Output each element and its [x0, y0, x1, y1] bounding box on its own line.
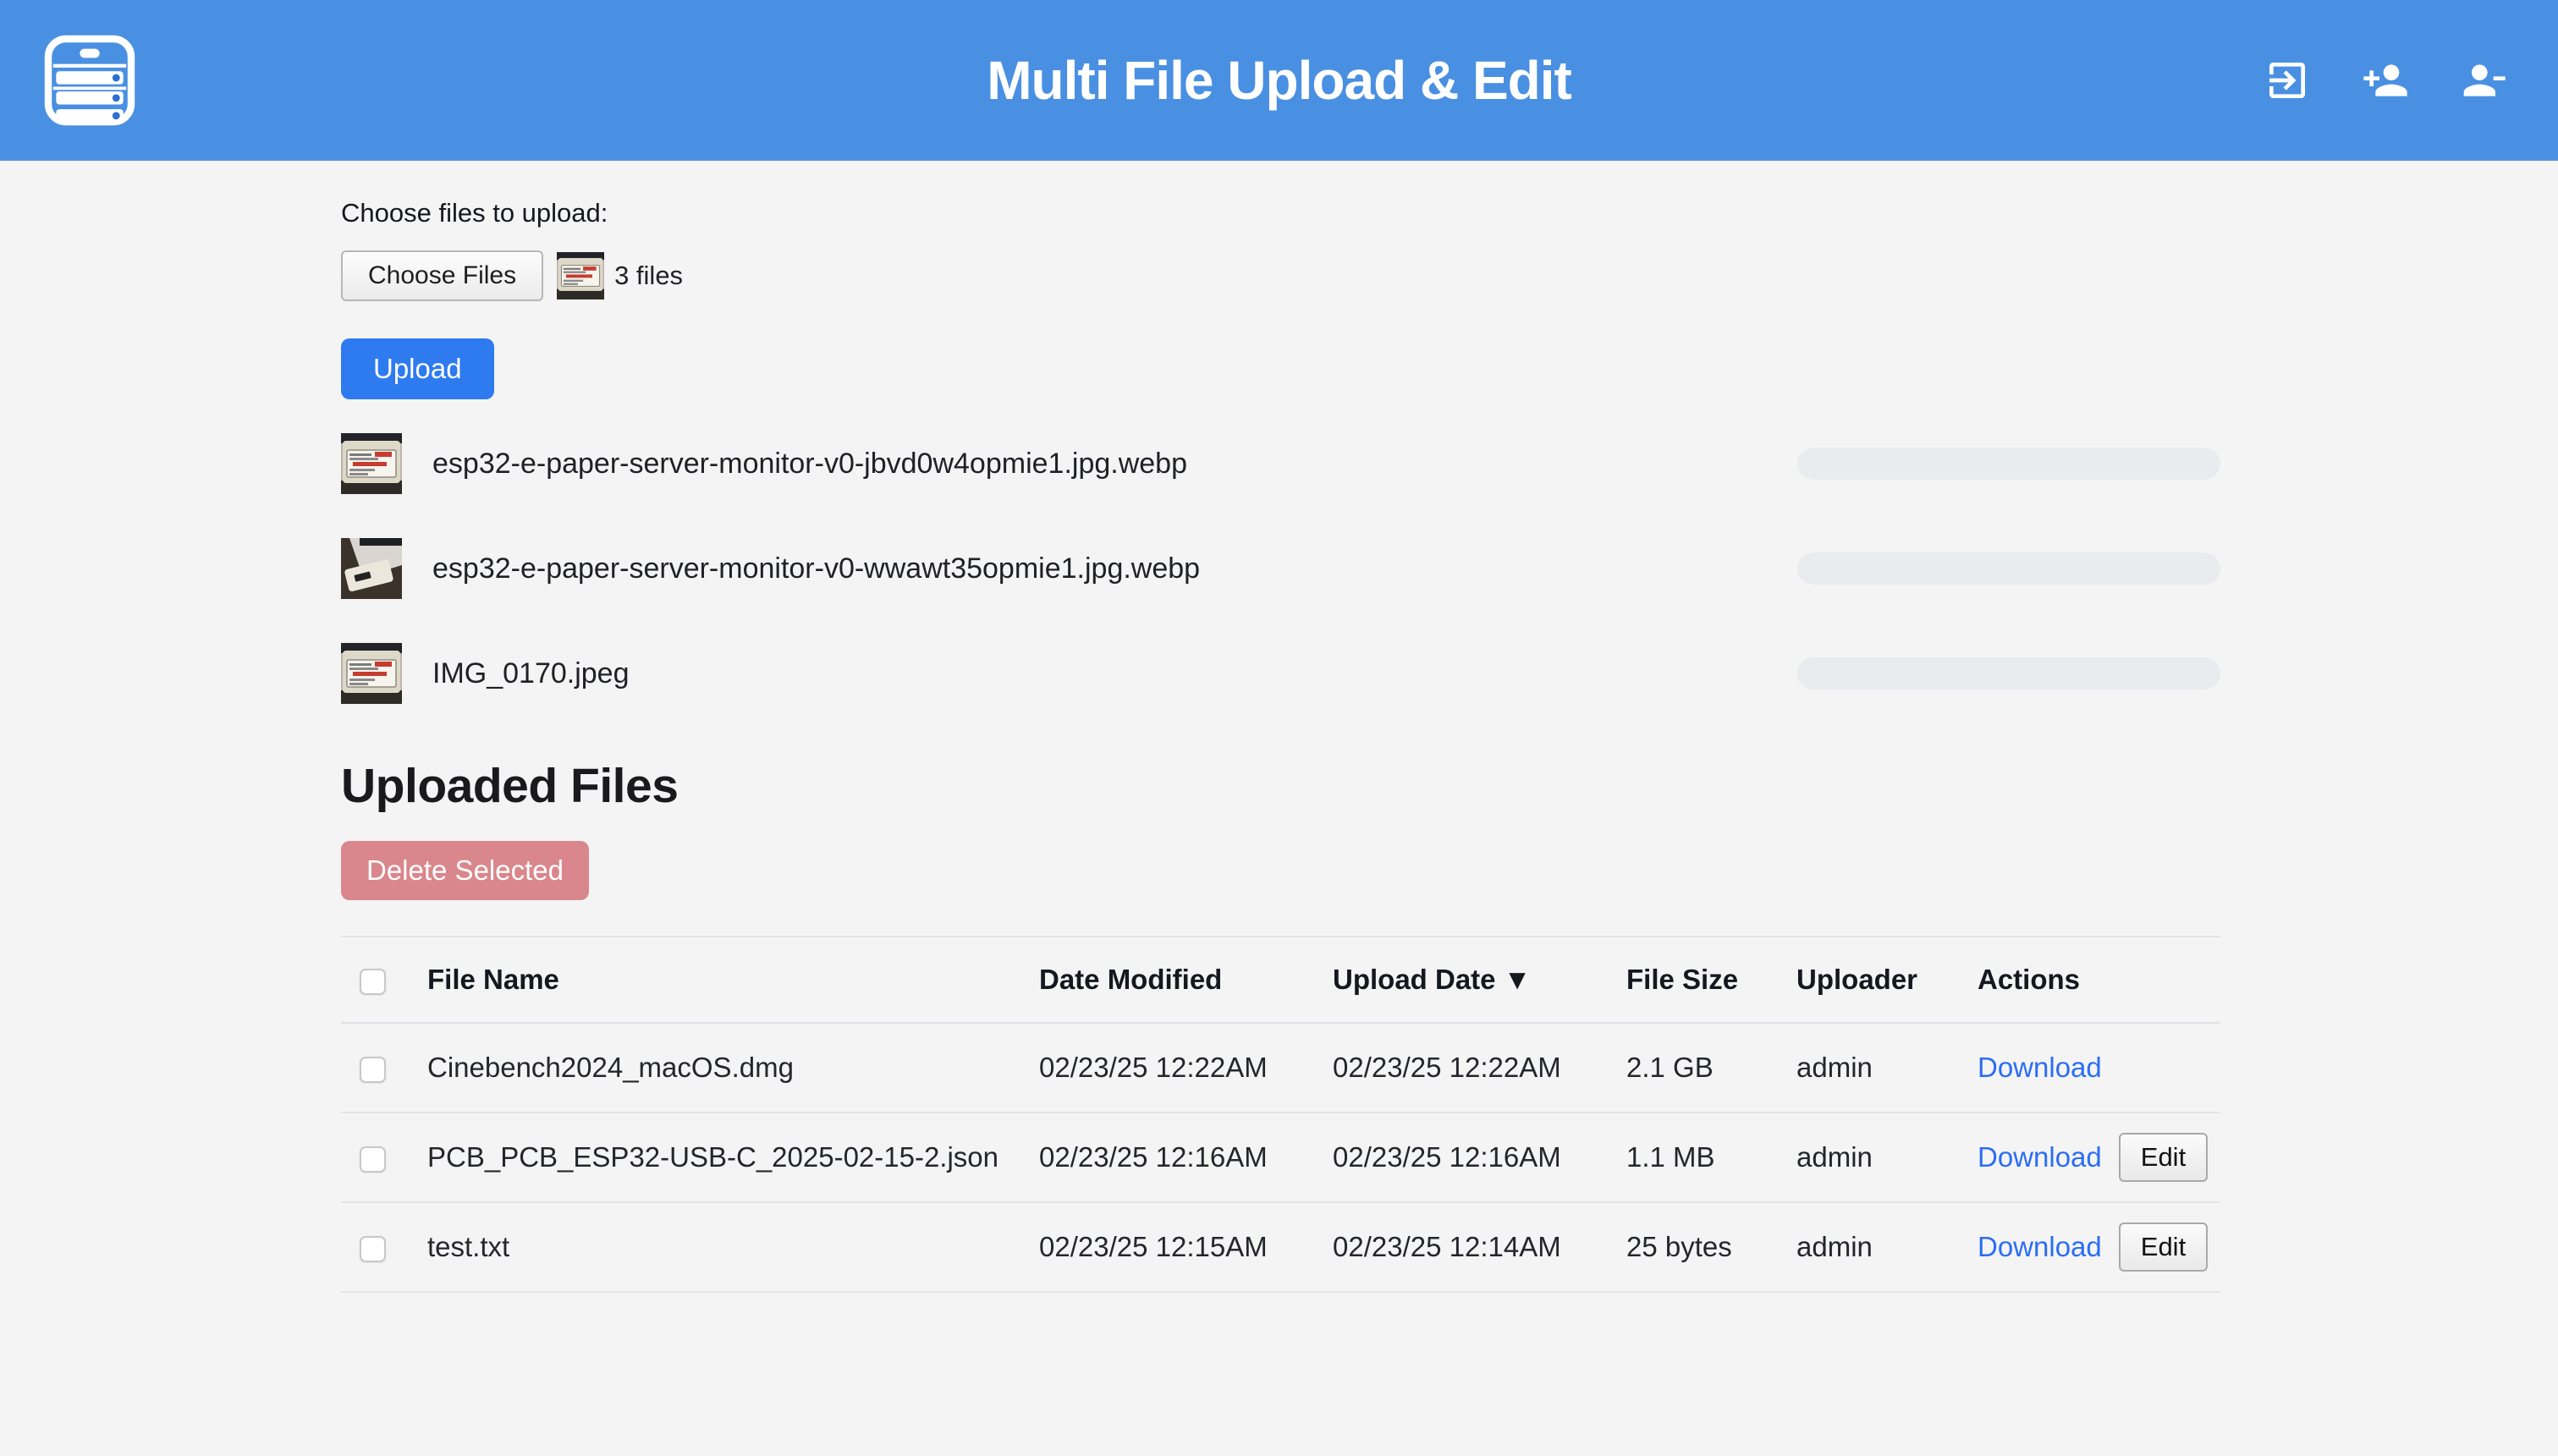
uploader-cell: admin: [1796, 1231, 1978, 1263]
column-header-date-modified[interactable]: Date Modified: [1039, 964, 1222, 995]
pending-file-name: esp32-e-paper-server-monitor-v0-jbvd0w4o…: [432, 448, 1187, 481]
file-thumbnail: [341, 643, 402, 704]
pending-file-name: IMG_0170.jpeg: [432, 657, 630, 690]
file-size-cell: 2.1 GB: [1626, 1052, 1796, 1084]
column-header-file-name[interactable]: File Name: [427, 964, 559, 995]
download-link[interactable]: Download: [1978, 1052, 2102, 1084]
app-header: Multi File Upload & Edit: [0, 0, 2558, 161]
uploader-cell: admin: [1796, 1141, 1978, 1173]
pending-file-row: IMG_0170.jpeg: [341, 643, 2220, 704]
select-all-checkbox[interactable]: [360, 969, 386, 995]
file-input-row: Choose Files 3 files: [341, 250, 2220, 301]
upload-date-cell: 02/23/25 12:16AM: [1333, 1141, 1626, 1173]
file-name-cell: PCB_PCB_ESP32-USB-C_2025-02-15-2.json: [427, 1141, 1039, 1173]
pending-file-row: esp32-e-paper-server-monitor-v0-wwawt35o…: [341, 538, 2220, 599]
table-row: test.txt02/23/25 12:15AM02/23/25 12:14AM…: [341, 1203, 2220, 1293]
person-remove-icon[interactable]: [2460, 57, 2507, 104]
row-checkbox[interactable]: [360, 1057, 386, 1083]
uploaded-files-table-body: Cinebench2024_macOS.dmg02/23/25 12:22AM0…: [341, 1024, 2220, 1293]
actions-cell: Download Edit: [1978, 1133, 2220, 1182]
date-modified-cell: 02/23/25 12:16AM: [1039, 1141, 1333, 1173]
actions-cell: Download Edit: [1978, 1222, 2220, 1272]
upload-button[interactable]: Upload: [341, 338, 494, 399]
column-header-upload-date-label: Upload Date: [1333, 964, 1496, 995]
date-modified-cell: 02/23/25 12:22AM: [1039, 1052, 1333, 1084]
file-size-cell: 25 bytes: [1626, 1231, 1796, 1263]
uploaded-files-table: File Name Date Modified Upload Date ▼ Fi…: [341, 936, 2220, 1293]
person-add-icon[interactable]: [2362, 57, 2409, 104]
column-header-upload-date[interactable]: Upload Date ▼: [1333, 964, 1531, 995]
pending-file-row: esp32-e-paper-server-monitor-v0-jbvd0w4o…: [341, 433, 2220, 494]
edit-button[interactable]: Edit: [2119, 1133, 2208, 1182]
column-header-uploader[interactable]: Uploader: [1796, 964, 1917, 995]
choose-files-button[interactable]: Choose Files: [341, 250, 543, 301]
server-stack-icon: [42, 33, 137, 128]
file-name-cell: test.txt: [427, 1231, 1039, 1263]
table-header-row: File Name Date Modified Upload Date ▼ Fi…: [341, 937, 2220, 1024]
actions-cell: Download: [1978, 1052, 2220, 1084]
uploaded-files-heading: Uploaded Files: [341, 758, 2220, 814]
date-modified-cell: 02/23/25 12:15AM: [1039, 1231, 1333, 1263]
file-thumbnail: [341, 433, 402, 494]
header-actions: [2264, 57, 2507, 104]
file-size-cell: 1.1 MB: [1626, 1141, 1796, 1173]
upload-date-cell: 02/23/25 12:14AM: [1333, 1231, 1626, 1263]
upload-progress-bar: [1797, 657, 2220, 690]
sort-desc-icon: ▼: [1504, 964, 1532, 995]
page-title: Multi File Upload & Edit: [987, 49, 1571, 112]
edit-button[interactable]: Edit: [2119, 1222, 2208, 1272]
selected-files-count: 3 files: [614, 261, 683, 291]
column-header-file-size[interactable]: File Size: [1626, 964, 1738, 995]
main-content: Choose files to upload: Choose Files 3 f…: [341, 198, 2220, 1293]
download-link[interactable]: Download: [1978, 1141, 2102, 1173]
uploader-cell: admin: [1796, 1052, 1978, 1084]
download-link[interactable]: Download: [1978, 1231, 2102, 1263]
row-checkbox[interactable]: [360, 1146, 386, 1173]
selected-files-thumbnail: [555, 252, 606, 299]
file-thumbnail: [341, 538, 402, 599]
row-checkbox[interactable]: [360, 1236, 386, 1262]
pending-file-name: esp32-e-paper-server-monitor-v0-wwawt35o…: [432, 552, 1200, 585]
choose-files-label: Choose files to upload:: [341, 198, 2220, 228]
file-name-cell: Cinebench2024_macOS.dmg: [427, 1052, 1039, 1084]
delete-selected-button[interactable]: Delete Selected: [341, 841, 589, 900]
table-row: Cinebench2024_macOS.dmg02/23/25 12:22AM0…: [341, 1024, 2220, 1113]
column-header-actions[interactable]: Actions: [1978, 964, 2080, 995]
upload-progress-bar: [1797, 448, 2220, 480]
pending-files-list: esp32-e-paper-server-monitor-v0-jbvd0w4o…: [341, 433, 2220, 704]
login-icon[interactable]: [2264, 57, 2311, 104]
table-row: PCB_PCB_ESP32-USB-C_2025-02-15-2.json02/…: [341, 1113, 2220, 1203]
upload-date-cell: 02/23/25 12:22AM: [1333, 1052, 1626, 1084]
upload-progress-bar: [1797, 552, 2220, 585]
